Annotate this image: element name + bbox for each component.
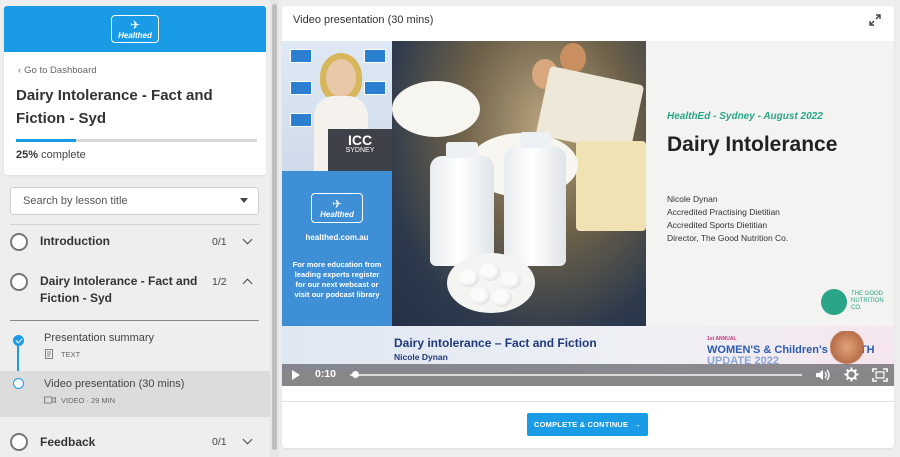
- expand-icon[interactable]: [869, 14, 881, 26]
- caret-down-icon: [240, 198, 248, 203]
- lesson-feedback[interactable]: Feedback 0/1: [0, 425, 272, 457]
- slide-speaker-details: Nicole Dynan Accredited Practising Dieti…: [667, 193, 788, 245]
- complete-and-continue-button[interactable]: COMPLETE & CONTINUE →: [527, 413, 648, 436]
- lesson-count: 0/1: [212, 436, 227, 448]
- progress-suffix: complete: [41, 149, 86, 161]
- lesson-search-label: Search by lesson title: [23, 195, 128, 207]
- divider: [282, 401, 894, 402]
- video-player[interactable]: ICC SYDNEY ✈ Healthed healthed.com.au Fo…: [282, 41, 894, 386]
- video-seek-bar[interactable]: [350, 371, 802, 378]
- back-to-dashboard-link[interactable]: ‹ Go to Dashboard: [18, 65, 97, 76]
- good-nutrition-logo: [821, 289, 847, 315]
- podium-logo-text: ICC: [347, 132, 373, 148]
- lesson-content-panel: Video presentation (30 mins) ICC SYDNEY …: [282, 6, 894, 448]
- lesson-count: 0/1: [212, 236, 227, 248]
- logo-text: Healthed: [118, 30, 152, 40]
- lesson-item-type: VIDEO · 29 MIN: [61, 396, 116, 405]
- lesson-item-title: Presentation summary: [44, 332, 155, 344]
- lesson-search-select[interactable]: Search by lesson title: [10, 187, 259, 215]
- sidebar-scrollbar-thumb[interactable]: [272, 4, 277, 450]
- runner-icon: ✈: [331, 196, 343, 211]
- play-icon[interactable]: [292, 370, 300, 380]
- divider: [10, 224, 259, 225]
- lesson-status-circle-icon: [10, 433, 28, 451]
- back-link-label: Go to Dashboard: [24, 65, 97, 76]
- video-seek-handle[interactable]: [352, 371, 360, 378]
- lesson-dairy-intolerance[interactable]: Dairy Intolerance - Fact and Fiction - S…: [0, 265, 272, 320]
- slide-speaker-line: Accredited Practising Dietitian: [667, 207, 780, 217]
- podium-city-text: SYDNEY: [345, 147, 375, 154]
- course-progress-fill: [16, 139, 77, 142]
- progress-percent: 25%: [16, 149, 39, 161]
- volume-icon[interactable]: [815, 368, 831, 382]
- lesson-status-circle-icon: [10, 233, 28, 251]
- presentation-slide: HealthEd - Sydney - August 2022 Dairy In…: [646, 41, 894, 326]
- healthed-logo: ✈ Healthed: [311, 193, 363, 223]
- lesson-content-title: Video presentation (30 mins): [293, 14, 434, 26]
- progress-text: 25% complete: [16, 149, 86, 161]
- video-current-time: 0:10: [315, 368, 337, 380]
- lesson-title: Feedback: [40, 435, 96, 449]
- video-promo-panel: ✈ Healthed healthed.com.au For more educ…: [282, 171, 392, 326]
- slide-event: HealthEd - Sydney - August 2022: [667, 111, 823, 122]
- lesson-item-type: TEXT: [61, 350, 81, 359]
- lesson-introduction[interactable]: Introduction 0/1: [0, 226, 272, 264]
- lesson-item-title: Video presentation (30 mins): [44, 378, 185, 390]
- healthed-logo[interactable]: ✈ Healthed: [111, 15, 159, 43]
- promo-text: For more education from leading experts …: [292, 260, 382, 299]
- podium: ICC SYDNEY: [328, 129, 392, 171]
- slide-title: Dairy Intolerance: [667, 133, 838, 156]
- divider: [10, 320, 259, 321]
- complete-button-label: COMPLETE & CONTINUE: [534, 420, 629, 429]
- gear-icon[interactable]: [844, 367, 859, 382]
- course-card-header: ✈ Healthed: [4, 6, 266, 52]
- logo-text: Healthed: [320, 209, 354, 219]
- lesson-title: Introduction: [40, 234, 110, 248]
- slide-speaker-line: Accredited Sports Dietitian: [667, 220, 768, 230]
- banner-speaker: Nicole Dynan: [394, 352, 448, 362]
- video-camera-icon: [44, 396, 56, 404]
- slide-speaker-line: Nicole Dynan: [667, 194, 718, 204]
- video-speaker-feed: ICC SYDNEY: [282, 41, 392, 171]
- dairy-photo: [392, 41, 646, 326]
- document-icon: [45, 349, 53, 359]
- runner-icon: ✈: [129, 17, 141, 32]
- course-progress-bar: [16, 139, 257, 142]
- lesson-count: 1/2: [212, 276, 227, 288]
- chevron-down-icon: [242, 234, 253, 245]
- lesson-title: Dairy Intolerance - Fact and Fiction - S…: [40, 274, 198, 305]
- completed-check-icon: [13, 335, 24, 346]
- good-nutrition-logo-text: THE GOOD NUTRITION CO.: [851, 291, 884, 311]
- chevron-down-icon: [242, 434, 253, 445]
- lesson-item-video-presentation[interactable]: Video presentation (30 mins) VIDEO · 29 …: [0, 371, 270, 417]
- arrow-right-icon: →: [633, 420, 641, 429]
- lesson-status-circle-icon: [10, 273, 28, 291]
- lesson-item-presentation-summary[interactable]: Presentation summary TEXT: [0, 325, 270, 371]
- chevron-left-icon: ‹: [18, 65, 22, 76]
- video-controls: 0:10: [282, 364, 894, 386]
- current-status-circle-icon: [13, 378, 24, 389]
- promo-site: healthed.com.au: [305, 233, 369, 242]
- course-title: Dairy Intolerance - Fact and Fiction - S…: [16, 87, 213, 127]
- course-card: ✈ Healthed ‹ Go to Dashboard Dairy Intol…: [4, 6, 266, 175]
- fullscreen-icon[interactable]: [872, 368, 888, 382]
- banner-title: Dairy intolerance – Fact and Fiction: [394, 336, 597, 350]
- chevron-up-icon: [242, 278, 253, 289]
- slide-speaker-line: Director, The Good Nutrition Co.: [667, 233, 789, 243]
- course-sidebar: ✈ Healthed ‹ Go to Dashboard Dairy Intol…: [0, 0, 272, 457]
